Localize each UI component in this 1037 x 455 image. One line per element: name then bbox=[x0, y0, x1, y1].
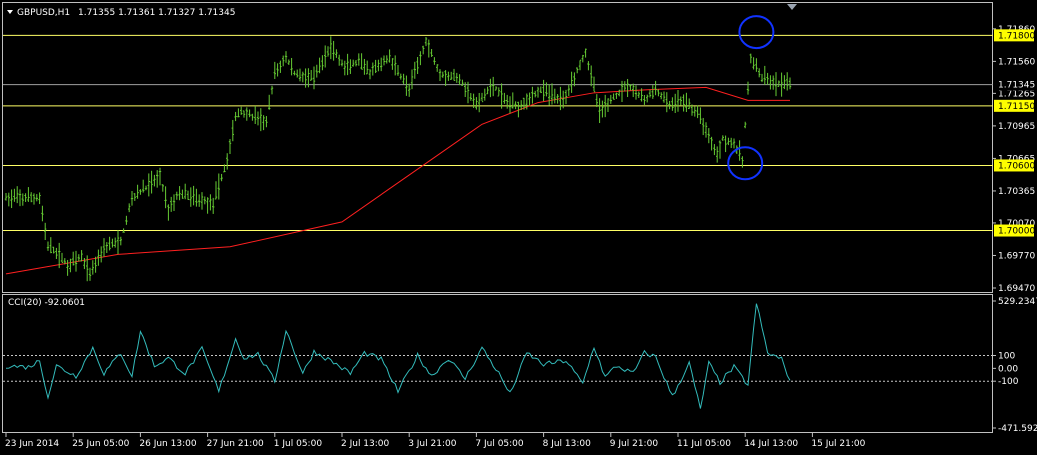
price-axis: 1.718601.715601.712651.709651.706651.703… bbox=[993, 25, 1035, 294]
main-header-ohlc: 1.71355 1.71361 1.71327 1.71345 bbox=[78, 8, 235, 18]
time-tick-label: 7 Jul 05:00 bbox=[475, 439, 524, 449]
cci-tick-label: 529.2347 bbox=[998, 297, 1037, 307]
time-tick-label: 2 Jul 13:00 bbox=[341, 439, 390, 449]
cci-tick-label: 0.00 bbox=[998, 364, 1018, 374]
level-badge-label: 1.70000 bbox=[998, 227, 1035, 237]
time-tick-label: 15 Jul 21:00 bbox=[811, 439, 865, 449]
price-tick-label: 1.71265 bbox=[998, 89, 1035, 99]
time-tick-label: 14 Jul 13:00 bbox=[744, 439, 798, 449]
price-tick-label: 1.70365 bbox=[998, 187, 1035, 197]
cci-header-label: CCI(20) -92.0601 bbox=[8, 298, 85, 308]
cci-tick-label: -471.5922 bbox=[998, 424, 1037, 434]
level-badge-label: 1.71150 bbox=[998, 102, 1035, 112]
price-tick-label: 1.69470 bbox=[998, 284, 1035, 294]
chart-background bbox=[0, 0, 1037, 455]
time-tick-label: 8 Jul 13:00 bbox=[543, 439, 592, 449]
main-header-symbol: GBPUSD,H1 bbox=[17, 8, 70, 18]
time-tick-label: 23 Jun 2014 bbox=[5, 439, 59, 449]
time-tick-label: 26 Jun 13:00 bbox=[139, 439, 196, 449]
time-tick-label: 11 Jul 05:00 bbox=[677, 439, 731, 449]
cci-tick-label: -100 bbox=[998, 377, 1019, 387]
time-tick-label: 3 Jul 21:00 bbox=[408, 439, 457, 449]
price-tick-label: 1.70965 bbox=[998, 122, 1035, 132]
time-tick-label: 25 Jun 05:00 bbox=[72, 439, 129, 449]
current-price-label: 1.71345 bbox=[998, 81, 1035, 91]
level-badge-label: 1.71800 bbox=[998, 31, 1035, 41]
price-tick-label: 1.69770 bbox=[998, 251, 1035, 261]
cci-tick-label: 100 bbox=[998, 352, 1015, 362]
time-tick-label: 1 Jul 05:00 bbox=[274, 439, 323, 449]
chart-canvas[interactable]: 1.718601.715601.712651.709651.706651.703… bbox=[0, 0, 1037, 455]
level-badge-label: 1.70600 bbox=[998, 161, 1035, 171]
price-tick-label: 1.71560 bbox=[998, 57, 1035, 67]
time-tick-label: 27 Jun 21:00 bbox=[207, 439, 264, 449]
time-tick-label: 9 Jul 21:00 bbox=[610, 439, 659, 449]
